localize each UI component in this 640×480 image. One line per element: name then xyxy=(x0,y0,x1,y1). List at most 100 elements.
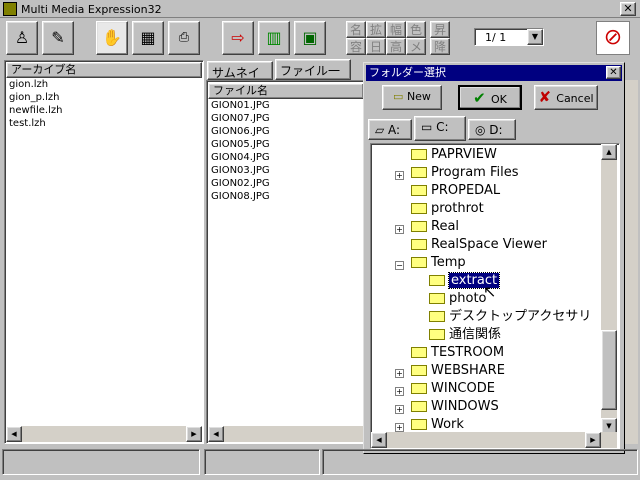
tab-drive-a[interactable]: ▱ A: xyxy=(368,119,412,140)
folder-icon xyxy=(411,347,427,358)
marker-icon[interactable]: ✎ xyxy=(42,21,74,55)
tree-item[interactable]: Temp xyxy=(411,254,466,272)
tree-item[interactable]: prothrot xyxy=(411,200,484,218)
page-selector[interactable]: 1/ 1 ▼ xyxy=(474,28,544,46)
scroll-thumb[interactable] xyxy=(601,330,617,410)
scroll-right-icon[interactable]: ▶ xyxy=(585,432,601,448)
tree-item[interactable]: WINDOWS xyxy=(411,398,499,416)
dialog-close-button[interactable]: ✕ xyxy=(606,66,621,79)
film-icon[interactable]: ▥ xyxy=(258,21,290,55)
tab-drive-d[interactable]: ◎ D: xyxy=(468,119,516,140)
tree-item[interactable]: 通信関係 xyxy=(429,326,501,344)
tab-file-list[interactable]: ファイル一覧 xyxy=(275,59,351,95)
file-list: GION01.JPG GION07.JPG GION06.JPG GION05.… xyxy=(208,99,364,426)
sort-date-button[interactable]: 日 xyxy=(366,38,386,55)
folder-icon xyxy=(429,311,445,322)
new-folder-button[interactable]: ▭ New xyxy=(382,85,442,110)
sort-name-button[interactable]: 名 xyxy=(346,21,366,38)
tree-item[interactable]: PROPEDAL xyxy=(411,182,500,200)
ok-button[interactable]: ✔ OK xyxy=(458,85,522,110)
tree-item[interactable]: RealSpace Viewer xyxy=(411,236,547,254)
sign-icon[interactable]: ▣ xyxy=(294,21,326,55)
scroll-right-icon[interactable]: ▶ xyxy=(186,426,202,442)
chevron-down-icon[interactable]: ▼ xyxy=(527,29,543,45)
app-icon xyxy=(3,2,17,16)
list-item[interactable]: GION01.JPG xyxy=(208,99,364,112)
sort-width-button[interactable]: 幅 xyxy=(386,21,406,38)
list-item[interactable]: gion.lzh xyxy=(6,78,202,91)
scroll-left-icon[interactable]: ◀ xyxy=(371,432,387,448)
sort-height-button[interactable]: 高 xyxy=(386,38,406,55)
sort-size-button[interactable]: 容 xyxy=(346,38,366,55)
open-folder-icon xyxy=(411,257,427,268)
tree-item[interactable]: WINCODE xyxy=(411,380,495,398)
sort-ext-button[interactable]: 拡 xyxy=(366,21,386,38)
hand-tool-icon[interactable]: ✋ xyxy=(96,21,128,55)
close-button[interactable]: ✕ xyxy=(620,2,636,16)
tree-hscrollbar[interactable]: ◀ ▶ xyxy=(371,432,617,448)
sort-memo-button[interactable]: メ xyxy=(406,38,426,55)
scroll-left-icon[interactable]: ◀ xyxy=(208,426,224,442)
list-item[interactable]: GION06.JPG xyxy=(208,125,364,138)
tree-item[interactable]: WEBSHARE xyxy=(411,362,505,380)
thumbnail-grid-icon[interactable]: ▦ xyxy=(132,21,164,55)
floppy-drive-icon: ▱ xyxy=(375,123,389,137)
expand-icon[interactable]: + xyxy=(395,171,404,180)
tab-drive-c[interactable]: ▭ C: xyxy=(414,116,466,141)
status-pane-3 xyxy=(322,449,638,475)
folder-icon xyxy=(411,149,427,160)
ascending-button[interactable]: 昇 xyxy=(430,21,450,38)
list-item[interactable]: GION02.JPG xyxy=(208,177,364,190)
tree-item[interactable]: デスクトップアクセサリ xyxy=(429,308,591,326)
list-item[interactable]: test.lzh xyxy=(6,117,202,130)
list-item[interactable]: GION04.JPG xyxy=(208,151,364,164)
toolbar: ♙ ✎ ✋ ▦ ⎙ ⇨ ▥ ▣ 名 拡 幅 色 昇 容 日 高 メ 降 xyxy=(0,19,640,59)
tree-item[interactable]: Real xyxy=(411,218,459,236)
page-selector-value: 1/ 1 xyxy=(485,31,507,44)
folder-icon xyxy=(411,185,427,196)
cancel-button[interactable]: ✘ Cancel xyxy=(534,85,598,110)
list-item[interactable]: GION05.JPG xyxy=(208,138,364,151)
cdrom-drive-icon: ◎ xyxy=(475,123,490,137)
dialog-title-bar: フォルダー選択 ✕ xyxy=(366,65,622,81)
tree-item[interactable]: photo xyxy=(429,290,487,308)
archive-hscrollbar[interactable]: ◀ ▶ xyxy=(6,426,202,442)
scroll-left-icon[interactable]: ◀ xyxy=(6,426,22,442)
archive-header: アーカイブ名 xyxy=(6,62,202,78)
tree-item[interactable]: Program Files xyxy=(411,164,519,182)
folder-tree[interactable]: PAPRVIEW + Program Files PROPEDAL prothr… xyxy=(370,143,620,449)
folder-icon xyxy=(411,419,427,430)
folder-icon xyxy=(411,167,427,178)
tree-item[interactable]: TESTROOM xyxy=(411,344,504,362)
expand-icon[interactable]: + xyxy=(395,405,404,414)
title-bar: Multi Media Expression32 ✕ xyxy=(0,0,640,18)
descending-button[interactable]: 降 xyxy=(430,38,450,55)
list-item[interactable]: GION07.JPG xyxy=(208,112,364,125)
sort-color-button[interactable]: 色 xyxy=(406,21,426,38)
tab-thumbnail[interactable]: サムネイル xyxy=(207,61,273,97)
folder-icon xyxy=(411,239,427,250)
export-icon[interactable]: ⇨ xyxy=(222,21,254,55)
scroll-up-icon[interactable]: ▲ xyxy=(601,144,617,160)
expand-icon[interactable]: + xyxy=(395,423,404,432)
expand-icon[interactable]: + xyxy=(395,225,404,234)
folder-icon xyxy=(411,401,427,412)
hard-drive-icon: ▭ xyxy=(421,120,437,134)
list-item[interactable]: GION03.JPG xyxy=(208,164,364,177)
file-hscrollbar[interactable]: ◀ xyxy=(208,426,364,442)
expand-icon[interactable]: + xyxy=(395,369,404,378)
tree-vscrollbar[interactable]: ▲ ▼ xyxy=(601,144,617,434)
folder-icon xyxy=(411,221,427,232)
stamp-icon[interactable]: ♙ xyxy=(6,21,38,55)
expand-icon[interactable]: + xyxy=(395,387,404,396)
list-item[interactable]: gion_p.lzh xyxy=(6,91,202,104)
print-icon[interactable]: ⎙ xyxy=(168,21,200,55)
tree-item[interactable]: PAPRVIEW xyxy=(411,146,497,164)
list-item[interactable]: GION08.JPG xyxy=(208,190,364,203)
main-vscrollbar[interactable] xyxy=(624,80,638,444)
open-folder-icon xyxy=(429,275,445,286)
list-item[interactable]: newfile.lzh xyxy=(6,104,202,117)
stop-icon[interactable]: ⊘ xyxy=(596,21,630,55)
folder-icon xyxy=(411,383,427,394)
collapse-icon[interactable]: − xyxy=(395,261,404,270)
